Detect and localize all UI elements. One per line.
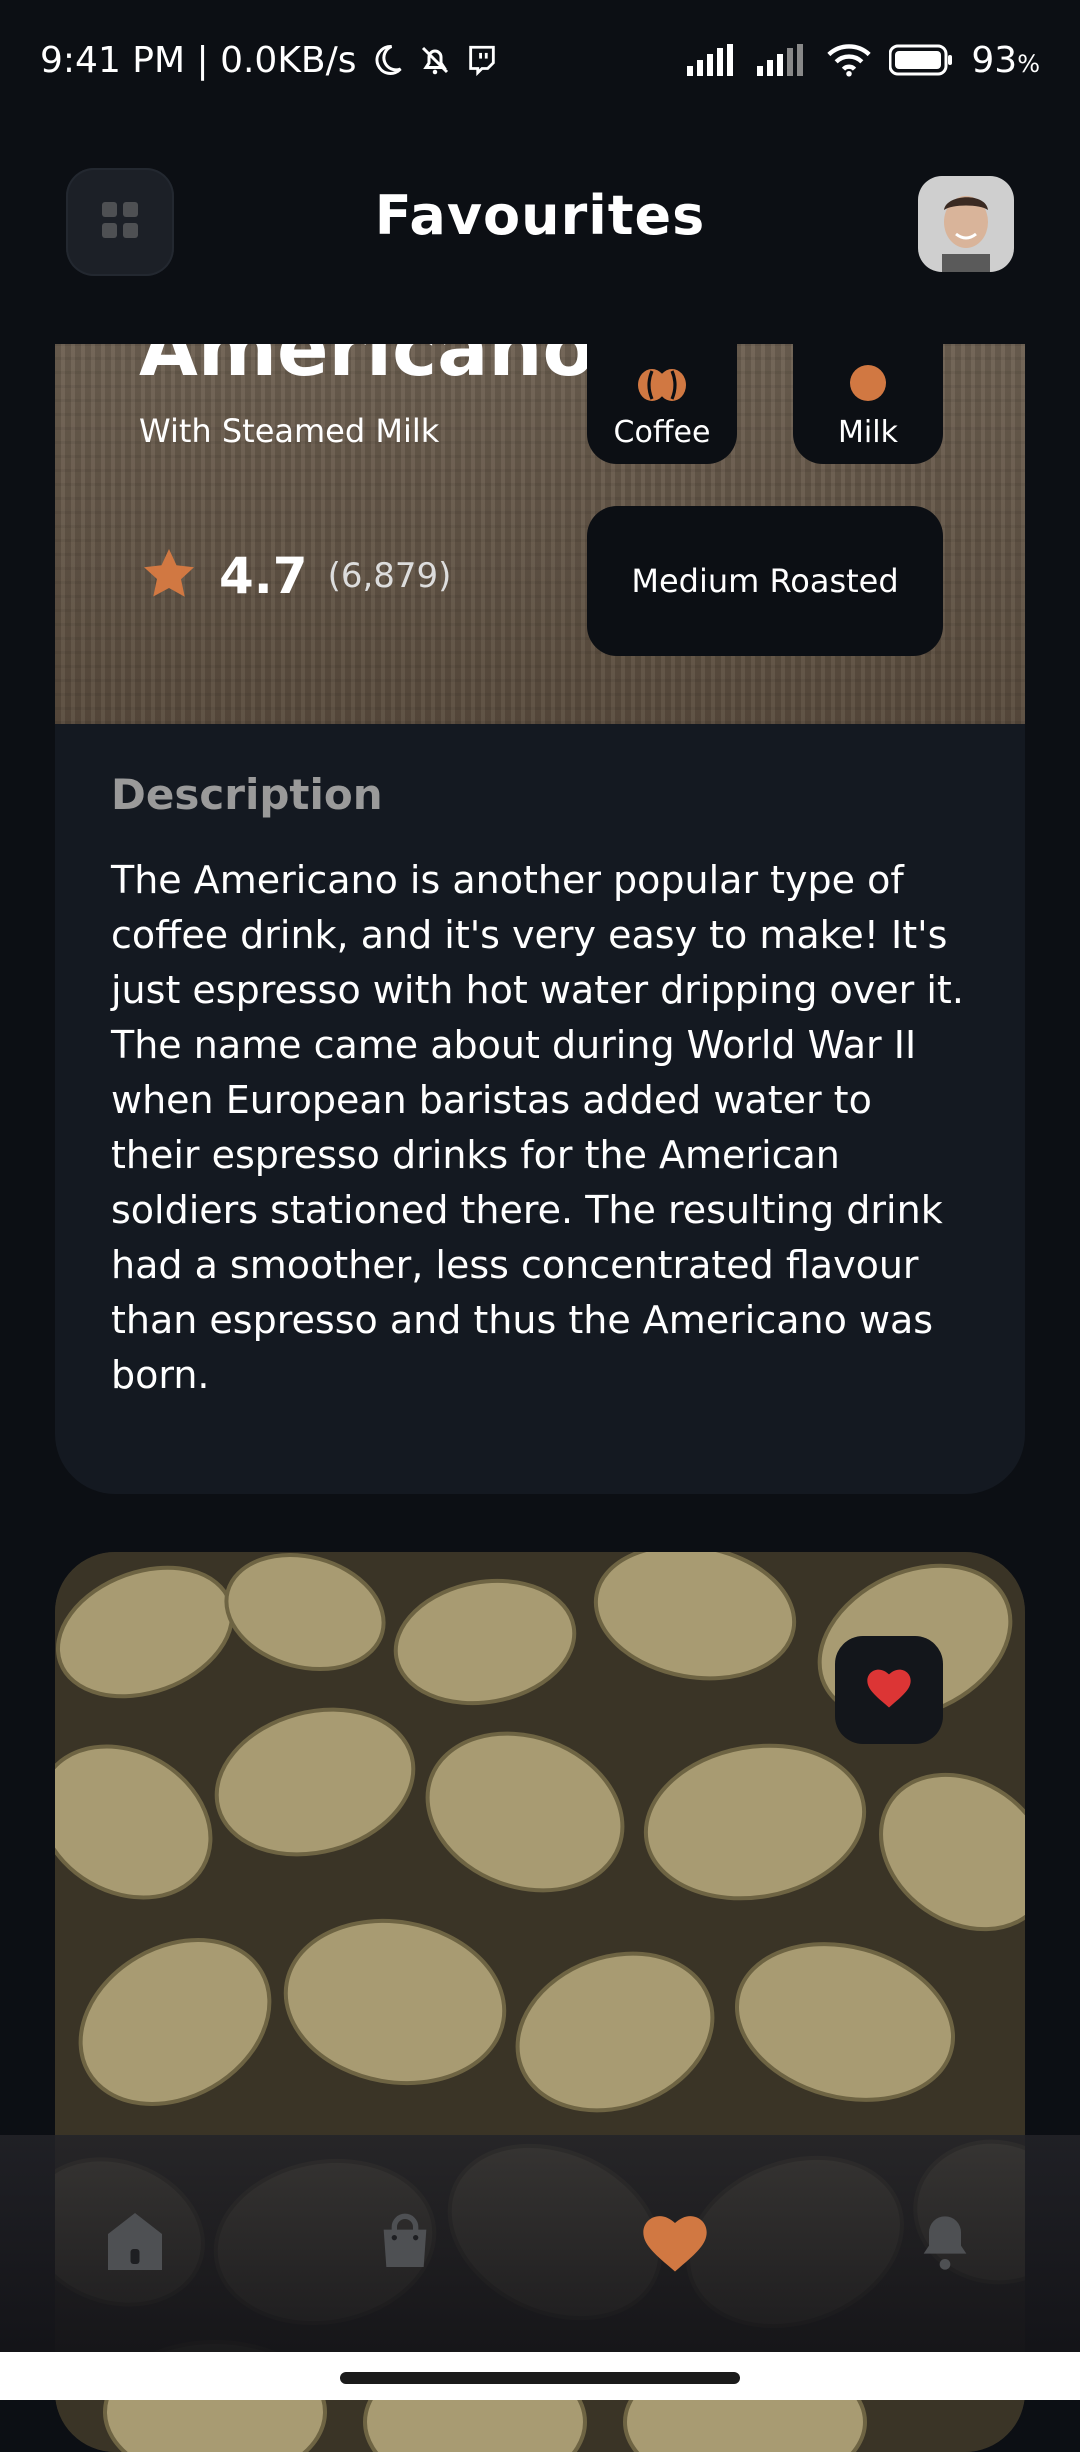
bell-icon	[913, 2211, 977, 2279]
rating-value: 4.7	[219, 547, 308, 605]
wifi-icon	[827, 43, 872, 77]
description-section: Description The Americano is another pop…	[111, 770, 971, 1403]
heart-icon	[637, 2205, 713, 2285]
signal-icon	[687, 44, 739, 76]
nav-cart[interactable]	[345, 2185, 465, 2305]
coffee-bean-icon	[634, 365, 690, 409]
twitch-icon	[465, 43, 499, 77]
bell-off-icon	[417, 42, 453, 78]
coffee-chip-label: Coffee	[613, 414, 711, 450]
coffee-name: Americano	[139, 344, 595, 393]
home-indicator[interactable]	[340, 2372, 740, 2384]
star-icon	[139, 544, 199, 608]
battery-icon	[889, 44, 953, 76]
nav-home[interactable]	[75, 2185, 195, 2305]
coffee-detail-card[interactable]: Americano With Steamed Milk 4.7 (6,879) …	[55, 344, 1025, 1494]
roast-chip: Medium Roasted	[587, 506, 943, 656]
description-text: The Americano is another popular type of…	[111, 858, 964, 1397]
avatar[interactable]	[918, 176, 1014, 272]
battery-percent: 93%	[971, 39, 1040, 81]
heart-icon	[863, 1662, 915, 1718]
milk-chip: Milk	[793, 344, 943, 464]
coffee-chip: Coffee	[587, 344, 737, 464]
bag-icon	[373, 2211, 437, 2279]
status-time: 9:41 PM | 0.0KB/s	[40, 39, 357, 81]
rating: 4.7 (6,879)	[139, 544, 451, 608]
home-icon	[99, 2207, 171, 2283]
moon-icon	[369, 42, 405, 78]
description-heading: Description	[111, 770, 383, 819]
favourite-button[interactable]	[835, 1636, 943, 1744]
bottom-navigation	[0, 2135, 1080, 2355]
milk-chip-label: Milk	[838, 414, 898, 450]
milk-drop-icon	[848, 364, 888, 409]
app-header: Favourites	[0, 160, 1080, 280]
signal-icon	[757, 44, 809, 76]
rating-count: (6,879)	[327, 556, 452, 596]
coffee-subtitle: With Steamed Milk	[139, 412, 440, 450]
nav-favourites[interactable]	[615, 2185, 735, 2305]
nav-notifications[interactable]	[885, 2185, 1005, 2305]
status-bar: 9:41 PM | 0.0KB/s 93%	[0, 0, 1080, 120]
